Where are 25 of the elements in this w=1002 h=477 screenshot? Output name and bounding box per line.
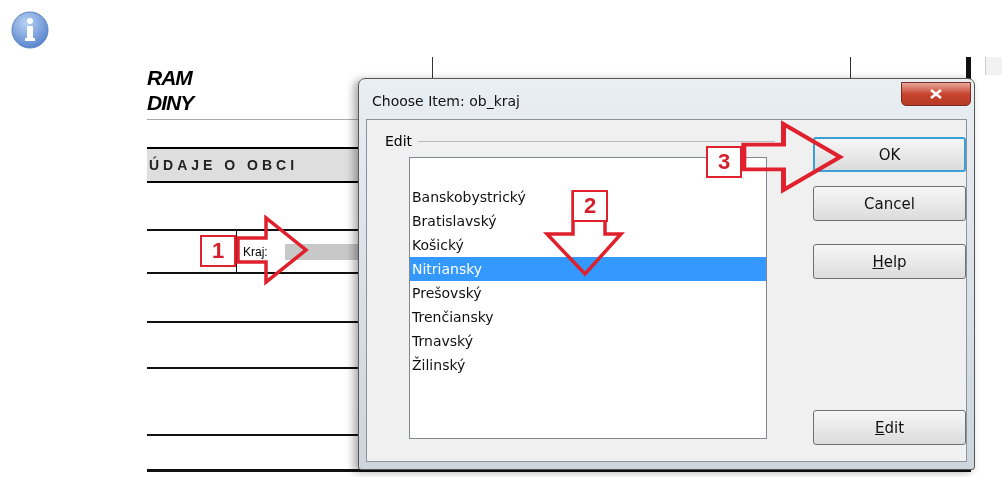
dialog-title: Choose Item: ob_kraj <box>372 93 520 109</box>
callout-arrow <box>236 216 308 284</box>
info-icon <box>10 10 50 50</box>
section-title: ÚDAJE O OBCI <box>149 157 299 173</box>
dialog-button[interactable]: OK <box>813 137 966 172</box>
list-item[interactable]: Bratislavský <box>410 209 497 233</box>
dialog-button[interactable]: Cancel <box>813 186 966 221</box>
scrollbar[interactable] <box>985 57 1002 75</box>
close-icon <box>930 89 942 99</box>
list-item[interactable]: Košický <box>410 233 464 257</box>
list-item[interactable]: Trnavský <box>410 329 473 353</box>
step-number: 1 <box>200 235 236 267</box>
list-item[interactable]: Prešovský <box>410 281 482 305</box>
field-label: Kraj: <box>243 244 269 259</box>
group-label: Edit <box>384 133 414 149</box>
step-number: 2 <box>572 190 608 222</box>
form-heading: RAM <box>147 65 192 90</box>
form-heading: DINY <box>147 90 194 115</box>
list-item[interactable]: Žilinský <box>410 353 466 377</box>
step-number: 3 <box>706 146 742 178</box>
list-item[interactable]: Trenčiansky <box>410 305 494 329</box>
dialog-button[interactable]: Help <box>813 244 966 279</box>
dialog-button[interactable]: Edit <box>813 410 966 445</box>
close-button[interactable] <box>901 82 971 106</box>
list-item[interactable]: Banskobystrický <box>410 185 526 209</box>
